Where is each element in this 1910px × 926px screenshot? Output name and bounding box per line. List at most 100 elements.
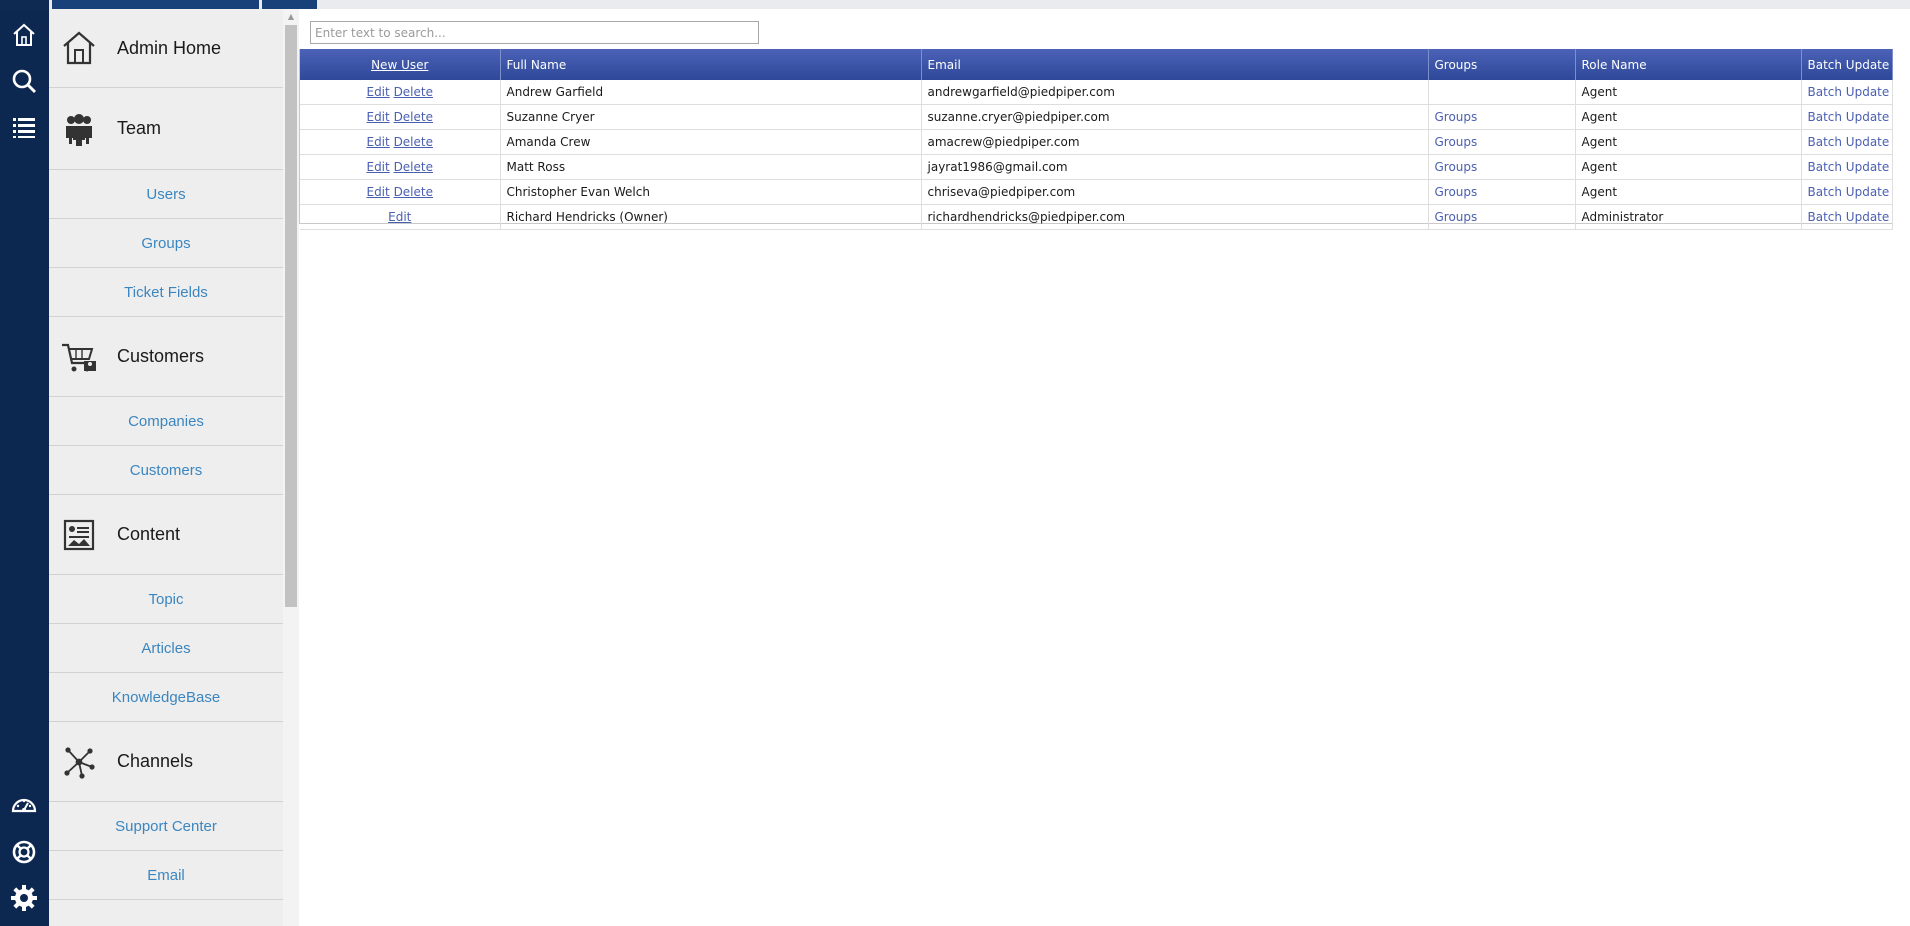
groups-link[interactable]: Groups — [1428, 179, 1576, 205]
scroll-up-icon[interactable]: ▲ — [283, 11, 299, 23]
cell-full-name: Andrew Garfield — [500, 80, 922, 105]
dashboard-icon[interactable] — [6, 788, 42, 824]
groups-link[interactable]: Groups — [1428, 104, 1576, 130]
sidebar-item-ticket-fields[interactable]: Ticket Fields — [49, 268, 283, 317]
home-icon[interactable] — [6, 17, 42, 53]
cell-email: amacrew@piedpiper.com — [921, 129, 1429, 155]
content-icon — [59, 515, 99, 555]
table-row: Edit Delete Matt Ross jayrat1986@gmail.c… — [300, 154, 1893, 180]
sidebar-section-label: Channels — [117, 751, 194, 771]
row-actions: Edit — [300, 204, 501, 230]
icon-rail — [0, 9, 49, 926]
edit-link[interactable]: Edit — [388, 210, 411, 224]
sidebar-section-customers[interactable]: Customers — [49, 317, 283, 397]
edit-link[interactable]: Edit — [366, 185, 389, 199]
sidebar-item-users[interactable]: Users — [49, 170, 283, 219]
delete-link[interactable]: Delete — [394, 185, 433, 199]
batch-update-link[interactable]: Batch Update — [1801, 104, 1893, 130]
edit-link[interactable]: Edit — [366, 110, 389, 124]
sidebar-section-content[interactable]: Content — [49, 495, 283, 575]
column-header-groups[interactable]: Groups — [1428, 49, 1576, 80]
row-actions: Edit Delete — [300, 179, 501, 205]
cell-role-name: Agent — [1575, 179, 1802, 205]
top-tab[interactable] — [262, 0, 317, 9]
table-row: Edit Delete Christopher Evan Welch chris… — [300, 179, 1893, 205]
sidebar-section-admin-home[interactable]: Admin Home — [49, 9, 283, 88]
cart-icon — [59, 337, 99, 377]
edit-link[interactable]: Edit — [366, 135, 389, 149]
column-header-full-name[interactable]: Full Name — [500, 49, 922, 80]
cell-email: chriseva@piedpiper.com — [921, 179, 1429, 205]
search-icon[interactable] — [6, 63, 42, 99]
delete-link[interactable]: Delete — [394, 110, 433, 124]
sidebar-item-articles[interactable]: Articles — [49, 624, 283, 673]
row-actions: Edit Delete — [300, 80, 501, 105]
batch-update-link[interactable]: Batch Update — [1801, 179, 1893, 205]
sidebar-section-channels[interactable]: Channels — [49, 722, 283, 802]
search-input[interactable] — [310, 21, 759, 44]
scrollbar-thumb[interactable] — [285, 25, 297, 607]
admin-sidebar: Admin Home Team Users Groups Ticket Fiel… — [49, 9, 299, 926]
sidebar-item-companies[interactable]: Companies — [49, 397, 283, 446]
network-icon — [59, 742, 99, 782]
sidebar-section-label: Content — [117, 524, 181, 544]
batch-update-link[interactable]: Batch Update — [1801, 129, 1893, 155]
edit-link[interactable]: Edit — [366, 85, 389, 99]
groups-link[interactable]: Groups — [1428, 204, 1576, 230]
home-outline-icon — [59, 28, 99, 68]
column-header-email[interactable]: Email — [921, 49, 1429, 80]
sidebar-item-email[interactable]: Email — [49, 851, 283, 900]
sidebar-section-label: Admin Home — [117, 37, 222, 58]
main-content: New User Full Name Email Groups Role Nam… — [299, 9, 1910, 926]
groups-link[interactable]: Groups — [1428, 129, 1576, 155]
sidebar-section-team[interactable]: Team — [49, 88, 283, 170]
cell-role-name: Agent — [1575, 80, 1802, 105]
team-icon — [59, 109, 99, 149]
sidebar-item-customers[interactable]: Customers — [49, 446, 283, 495]
users-table: New User Full Name Email Groups Role Nam… — [300, 49, 1893, 230]
table-row: Edit Delete Amanda Crew amacrew@piedpipe… — [300, 129, 1893, 155]
cell-role-name: Agent — [1575, 154, 1802, 180]
table-row: Edit Delete Suzanne Cryer suzanne.cryer@… — [300, 104, 1893, 130]
edit-link[interactable]: Edit — [366, 160, 389, 174]
sidebar-section-label: Team — [117, 118, 162, 138]
top-tab-home[interactable] — [0, 0, 49, 9]
batch-update-link[interactable]: Batch Update — [1801, 154, 1893, 180]
table-header-row: New User Full Name Email Groups Role Nam… — [300, 49, 1893, 80]
delete-link[interactable]: Delete — [394, 85, 433, 99]
new-user-link[interactable]: New User — [371, 58, 428, 72]
column-header-role-name[interactable]: Role Name — [1575, 49, 1802, 80]
sidebar-item-topic[interactable]: Topic — [49, 575, 283, 624]
cell-role-name: Agent — [1575, 129, 1802, 155]
cell-full-name: Matt Ross — [500, 154, 922, 180]
cell-role-name: Agent — [1575, 104, 1802, 130]
sidebar-scrollbar[interactable]: ▲ — [283, 9, 299, 926]
batch-update-link[interactable]: Batch Update — [1801, 80, 1893, 105]
top-tab-active[interactable] — [52, 0, 259, 9]
cell-email: richardhendricks@piedpiper.com — [921, 204, 1429, 230]
cell-role-name: Administrator — [1575, 204, 1802, 230]
list-icon[interactable] — [6, 109, 42, 145]
row-actions: Edit Delete — [300, 129, 501, 155]
column-header-new-user: New User — [300, 49, 501, 80]
batch-update-link[interactable]: Batch Update — [1801, 204, 1893, 230]
groups-link[interactable]: Groups — [1428, 154, 1576, 180]
column-header-batch-update[interactable]: Batch Update — [1801, 49, 1893, 80]
sidebar-item-knowledgebase[interactable]: KnowledgeBase — [49, 673, 283, 722]
cell-email: andrewgarfield@piedpiper.com — [921, 80, 1429, 105]
lifebuoy-icon[interactable] — [6, 834, 42, 870]
cell-groups — [1428, 80, 1576, 105]
table-row: Edit Richard Hendricks (Owner) richardhe… — [300, 204, 1893, 230]
cell-full-name: Amanda Crew — [500, 129, 922, 155]
delete-link[interactable]: Delete — [394, 135, 433, 149]
sidebar-item-support-center[interactable]: Support Center — [49, 802, 283, 851]
table-row: Edit Delete Andrew Garfield andrewgarfie… — [300, 80, 1893, 105]
cell-email: jayrat1986@gmail.com — [921, 154, 1429, 180]
delete-link[interactable]: Delete — [394, 160, 433, 174]
top-tab-strip — [0, 0, 1910, 9]
sidebar-item-groups[interactable]: Groups — [49, 219, 283, 268]
sidebar-section-label: Customers — [117, 346, 205, 366]
cell-email: suzanne.cryer@piedpiper.com — [921, 104, 1429, 130]
cell-full-name: Suzanne Cryer — [500, 104, 922, 130]
gear-icon[interactable] — [6, 880, 42, 916]
